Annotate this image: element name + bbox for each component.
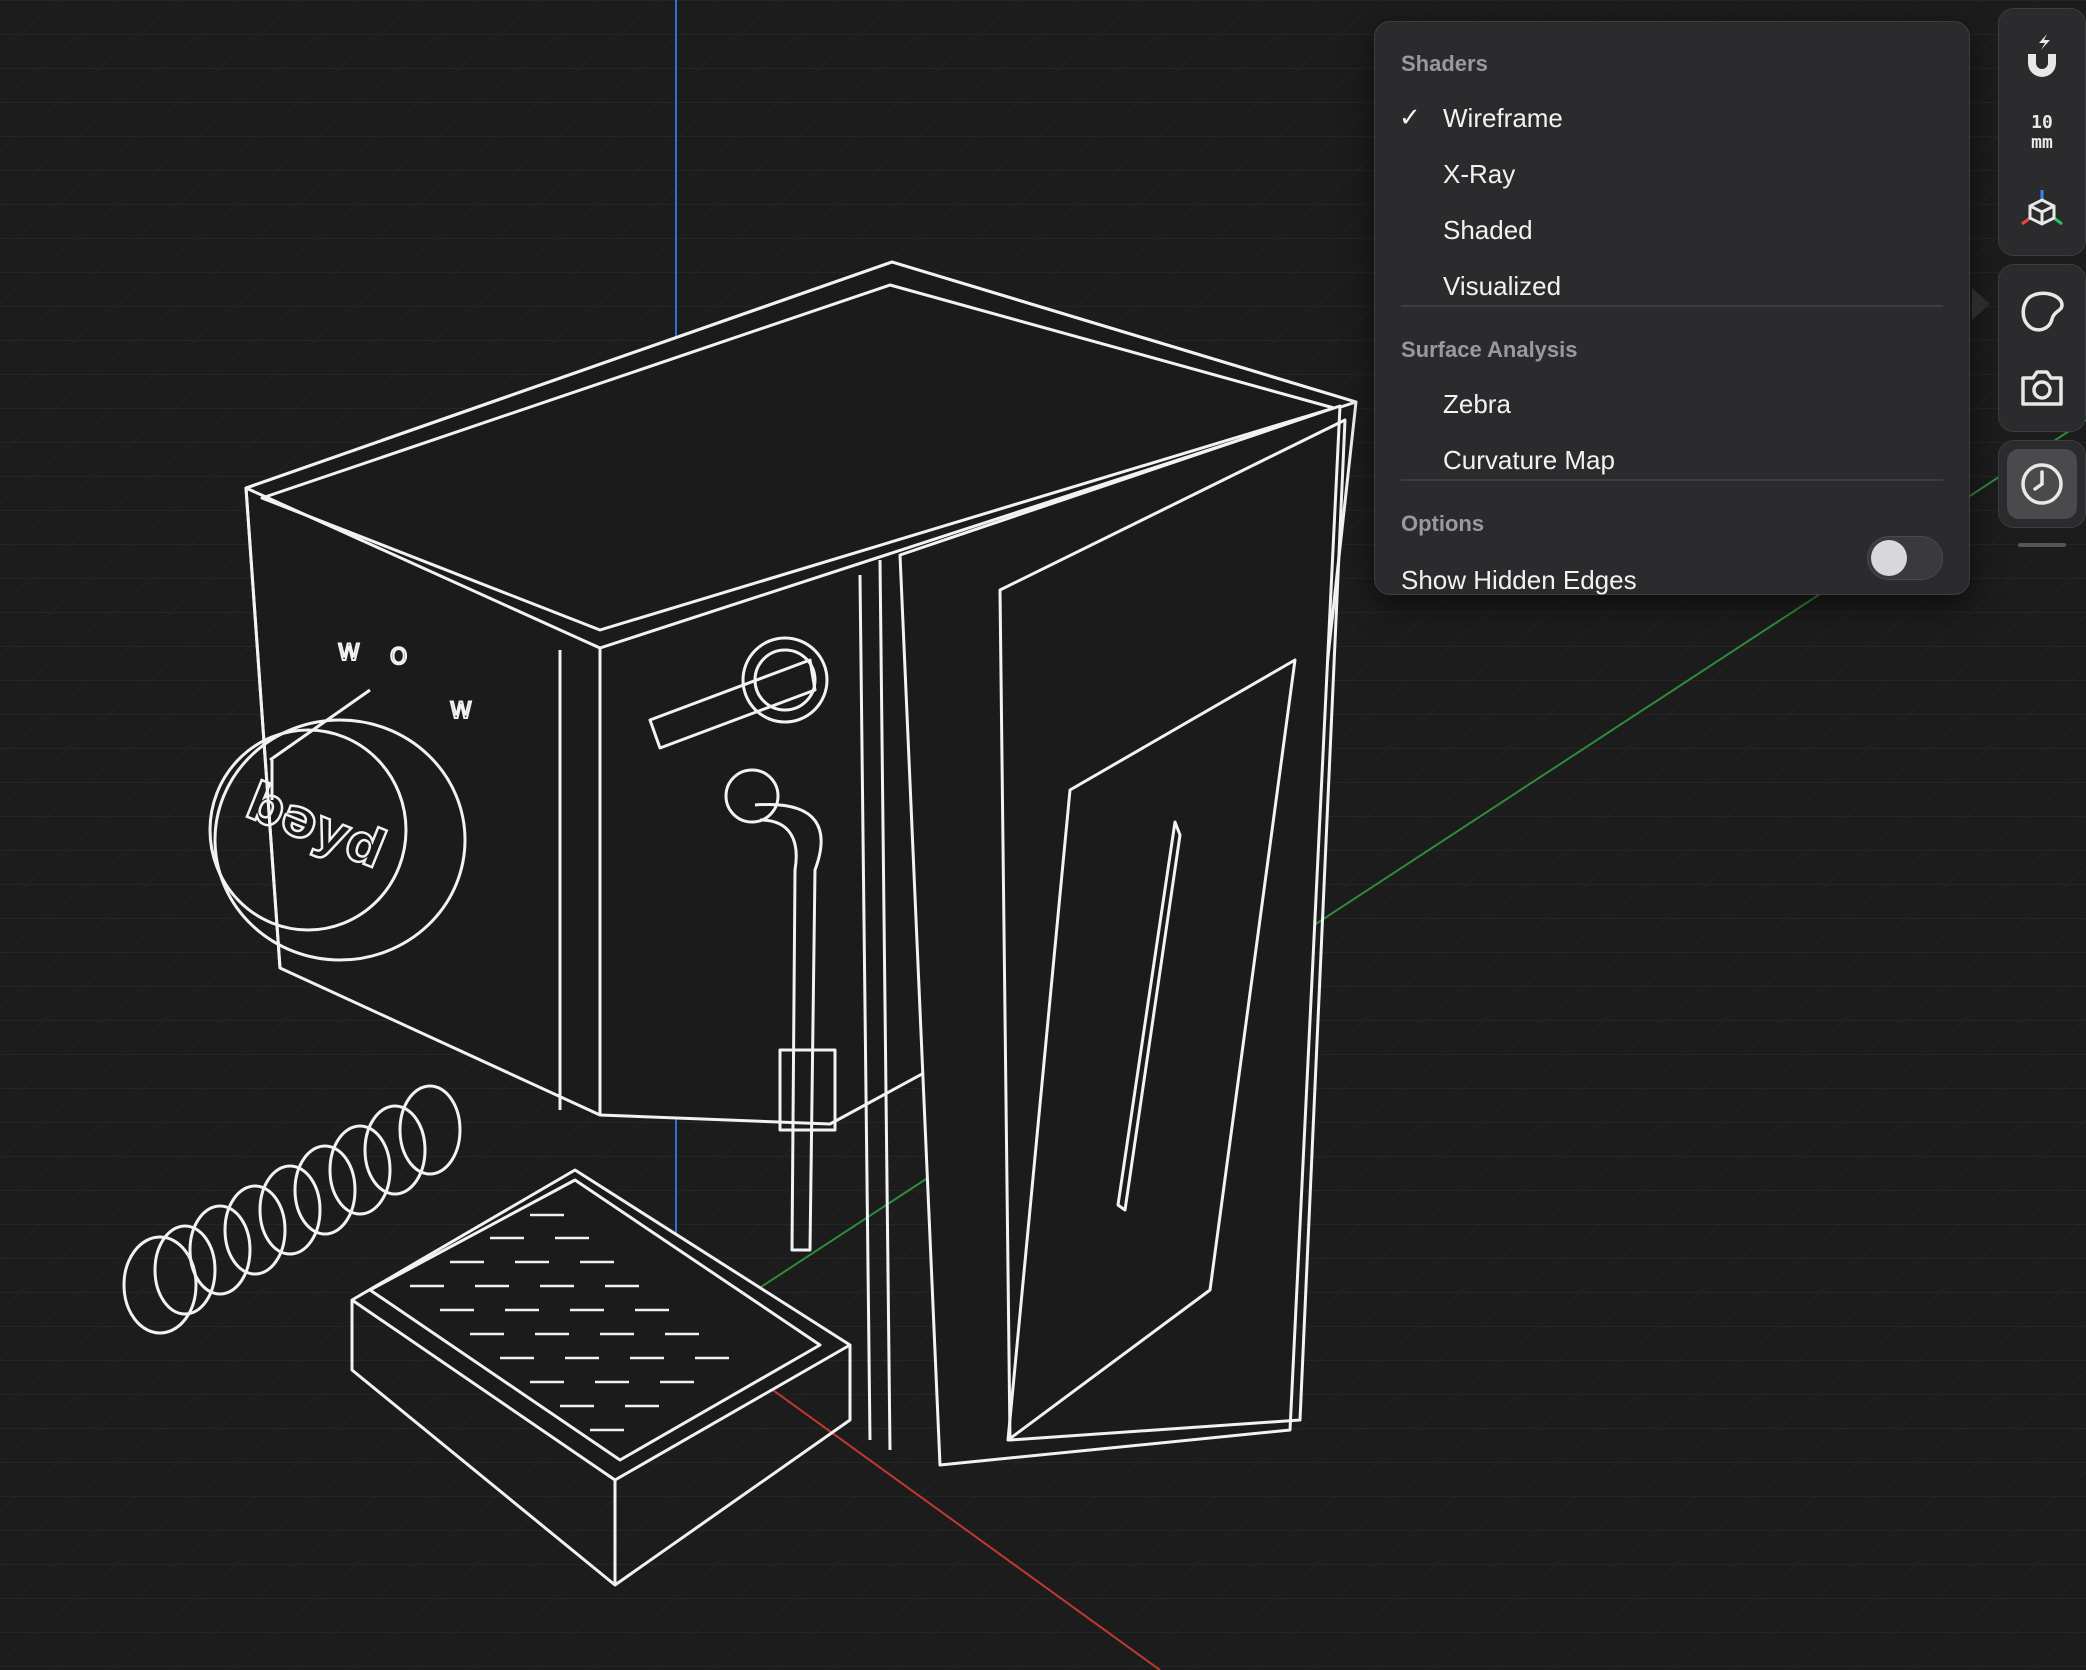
options-section-title: Options — [1401, 511, 1485, 536]
shader-option-visualized[interactable]: Visualized — [1443, 271, 1561, 302]
shader-menu-button[interactable] — [2007, 277, 2077, 347]
clock-icon — [2021, 463, 2063, 505]
surface-option-zebra[interactable]: Zebra — [1443, 389, 1511, 420]
shaders-section-title: Shaders — [1401, 51, 1488, 76]
toggle-knob — [1871, 540, 1907, 576]
shader-blob-icon — [2021, 291, 2064, 332]
dial-mark-1: W — [338, 641, 360, 666]
snap-magnet-button[interactable] — [2007, 23, 2077, 93]
camera-icon — [2021, 370, 2063, 406]
snap-unit[interactable]: mm — [1999, 133, 2085, 153]
shader-option-wireframe[interactable]: Wireframe — [1443, 103, 1563, 134]
axis-cube-icon — [2021, 190, 2063, 226]
show-hidden-edges-label: Show Hidden Edges — [1401, 565, 1637, 595]
snap-toolbar-group: 10 mm — [1998, 8, 2086, 256]
shader-option-shaded[interactable]: Shaded — [1443, 215, 1533, 246]
shader-menu: Shaders ✓ Wireframe X-Ray Shaded Visuali… — [1374, 21, 1970, 595]
menu-pointer — [1972, 288, 1990, 320]
view-toolbar-group — [1998, 264, 2086, 432]
history-toolbar-group — [1998, 440, 2086, 528]
shader-option-xray[interactable]: X-Ray — [1443, 159, 1515, 190]
menu-divider — [1401, 479, 1943, 481]
show-hidden-edges-toggle[interactable] — [1867, 536, 1943, 580]
toolbar-handle[interactable] — [2018, 543, 2066, 547]
history-button[interactable] — [2007, 449, 2077, 519]
screenshot-button[interactable] — [2007, 353, 2077, 423]
dial-mark-3: W — [450, 699, 472, 724]
checkmark-icon: ✓ — [1399, 102, 1421, 132]
magnet-icon — [2028, 34, 2056, 77]
axis-view-button[interactable] — [2007, 175, 2077, 245]
snap-value[interactable]: 10 — [1999, 113, 2085, 133]
dial-mark-2: O — [390, 645, 407, 670]
surface-option-curvature-map[interactable]: Curvature Map — [1443, 445, 1615, 476]
surface-analysis-section-title: Surface Analysis — [1401, 337, 1578, 362]
menu-divider — [1401, 305, 1943, 307]
